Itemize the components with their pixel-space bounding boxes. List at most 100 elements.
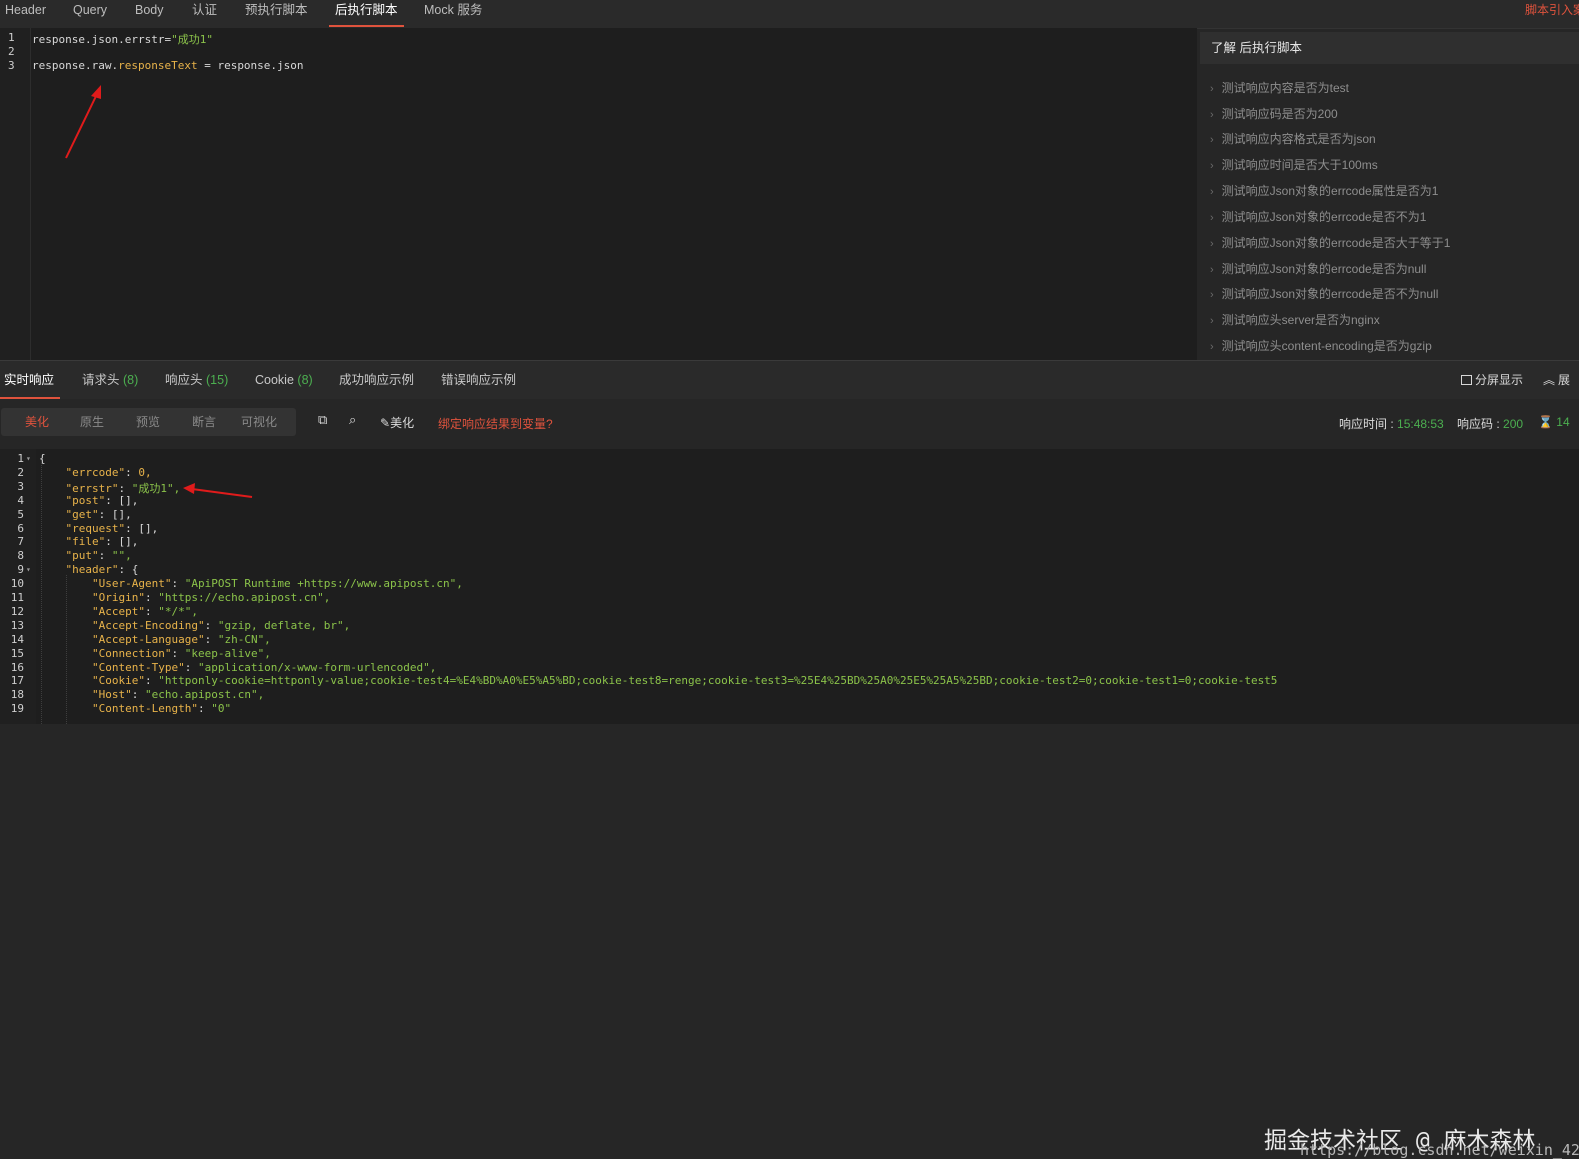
snippet-item[interactable]: › 测试响应Json对象的errcode是否不为1	[1210, 208, 1426, 225]
view-mode-visualize[interactable]: 可视化	[241, 408, 277, 436]
chevron-right-icon: ›	[1210, 238, 1214, 250]
response-time-value: 15:48:53	[1397, 417, 1444, 431]
chevron-right-icon: ›	[1210, 134, 1214, 146]
snippet-label: 测试响应Json对象的errcode是否为null	[1221, 262, 1427, 276]
response-code-label: 响应码 :	[1457, 417, 1500, 431]
view-mode-preview[interactable]: 预览	[136, 408, 160, 436]
line-number: 9	[17, 563, 24, 577]
line-number: 3	[8, 59, 15, 72]
split-view-button[interactable]: 分屏显示	[1461, 361, 1523, 399]
json-line: "Origin": "https://echo.apipost.cn",	[91, 591, 331, 604]
chevron-right-icon: ›	[1210, 264, 1214, 276]
tab-error-example[interactable]: 错误响应示例	[441, 361, 516, 399]
snippet-item[interactable]: › 测试响应头server是否为nginx	[1210, 311, 1380, 328]
response-tabs-bar: 实时响应 请求头 (8) 响应头 (15) Cookie (8) 成功响应示例 …	[0, 360, 1579, 400]
line-number: 19	[10, 702, 24, 716]
json-line: "get": [],	[65, 507, 132, 521]
response-body-viewer[interactable]: 1 ▾ 2 3 4 5 6 7 8 9 ▾ 10 11 12 13 14 15 16 17 18 19 { "errco…	[0, 449, 1579, 1159]
view-mode-beautify[interactable]: 美化	[25, 408, 49, 436]
json-value: "gzip, deflate, br",	[217, 618, 351, 632]
fold-toggle-icon[interactable]: ▾	[26, 565, 31, 574]
snippet-label: 测试响应头content-encoding是否为gzip	[1221, 339, 1432, 353]
response-toolbar: 美化 原生 预览 断言 可视化 ⧉ ⌕ ✎美化 绑定响应结果到变量? 响应时间 …	[0, 399, 1579, 449]
response-code-value: 200	[1503, 417, 1524, 431]
snippet-panel-title[interactable]: 了解 后执行脚本	[1200, 32, 1579, 64]
line-number: 6	[17, 521, 24, 535]
copy-icon[interactable]: ⧉	[318, 412, 327, 428]
snippet-panel: 了解 后执行脚本 › 测试响应内容是否为test › 测试响应码是否为200 › 测试…	[1200, 32, 1579, 360]
chevron-right-icon: ›	[1210, 289, 1214, 301]
script-import-link[interactable]: 脚本引入案	[1525, 1, 1579, 18]
split-view-icon	[1461, 375, 1472, 385]
json-line: "Cookie": "httponly-cookie=httponly-valu…	[91, 674, 1278, 688]
response-size-value: 14	[1556, 415, 1570, 429]
snippet-item[interactable]: › 测试响应头content-encoding是否为gzip	[1210, 337, 1432, 354]
expand-button[interactable]: ︽ 展	[1543, 361, 1570, 399]
json-key: "Content-Length"	[91, 702, 198, 716]
snippet-item[interactable]: › 测试响应Json对象的errcode是否大于等于1	[1210, 234, 1450, 251]
json-key: "Connection"	[91, 646, 172, 660]
response-size: ⌛ 14	[1538, 415, 1570, 429]
json-key: "file"	[65, 535, 106, 549]
line-number: 7	[17, 535, 24, 549]
fold-toggle-icon[interactable]: ▾	[26, 454, 31, 463]
code-property: responseText	[118, 59, 198, 72]
tab-query[interactable]: Query	[73, 0, 107, 27]
snippet-item[interactable]: › 测试响应内容是否为test	[1210, 79, 1349, 96]
count-badge: (15)	[206, 373, 229, 387]
tab-response-headers[interactable]: 响应头 (15)	[165, 361, 228, 399]
json-value: [],	[138, 521, 159, 535]
json-key: "request"	[65, 521, 126, 535]
tab-request-headers[interactable]: 请求头 (8)	[82, 361, 138, 399]
json-value: [],	[118, 493, 139, 507]
json-key: "post"	[65, 493, 106, 507]
tab-realtime-response[interactable]: 实时响应	[0, 361, 61, 399]
json-line: "User-Agent": "ApiPOST Runtime +https://…	[91, 577, 463, 591]
line-number: 3	[17, 479, 24, 493]
tab-post-script[interactable]: 后执行脚本	[329, 0, 403, 27]
tab-label: 响应头	[165, 373, 203, 387]
json-key: "Cookie"	[91, 674, 145, 688]
json-line: {	[39, 452, 46, 465]
snippet-item[interactable]: › 测试响应码是否为200	[1210, 105, 1338, 122]
chevron-right-icon: ›	[1210, 109, 1214, 121]
json-line: "Accept": "*/*",	[91, 604, 198, 618]
snippet-label: 测试响应Json对象的errcode是否不为null	[1221, 287, 1439, 301]
chevron-right-icon: ›	[1210, 186, 1214, 198]
editor-gutter: 1 2 3	[0, 28, 31, 360]
post-script-editor[interactable]: 1 2 3 response.json.errstr="成功1" respons…	[0, 28, 1197, 360]
chevron-right-icon: ›	[1210, 315, 1214, 327]
snippet-item[interactable]: › 测试响应内容格式是否为json	[1210, 130, 1376, 147]
search-icon[interactable]: ⌕	[349, 412, 356, 428]
tab-body[interactable]: Body	[135, 0, 164, 27]
tab-cookie[interactable]: Cookie (8)	[255, 361, 313, 399]
code-line-3: response.raw.responseText = response.jso…	[32, 59, 304, 72]
snippet-item[interactable]: › 测试响应时间是否大于100ms	[1210, 156, 1378, 173]
response-code: 响应码 : 200	[1457, 415, 1523, 432]
json-value: "httponly-cookie=httponly-value;cookie-t…	[158, 674, 1278, 688]
hourglass-icon: ⌛	[1538, 415, 1553, 429]
json-value: "ApiPOST Runtime +https://www.apipost.cn…	[184, 577, 463, 591]
snippet-item[interactable]: › 测试响应Json对象的errcode是否为null	[1210, 260, 1426, 277]
chevron-up-icon: ︽	[1543, 373, 1556, 387]
json-value: "0"	[211, 702, 232, 716]
tab-mock[interactable]: Mock 服务	[424, 0, 482, 27]
json-key: "Accept"	[91, 604, 145, 618]
tab-pre-script[interactable]: 预执行脚本	[245, 0, 308, 27]
bind-response-link[interactable]: 绑定响应结果到变量?	[438, 415, 553, 432]
json-line: "put": "",	[65, 549, 132, 563]
split-view-label: 分屏显示	[1475, 373, 1524, 387]
json-key: "get"	[65, 507, 99, 521]
json-line: "Host": "echo.apipost.cn",	[91, 688, 265, 702]
expand-label: 展	[1558, 373, 1571, 387]
tab-success-example[interactable]: 成功响应示例	[339, 361, 414, 399]
view-mode-raw[interactable]: 原生	[80, 408, 104, 436]
tab-header[interactable]: Header	[5, 0, 46, 27]
json-value: "成功1",	[131, 481, 181, 495]
line-number: 8	[17, 549, 24, 563]
snippet-item[interactable]: › 测试响应Json对象的errcode属性是否为1	[1210, 182, 1438, 199]
beautify-button[interactable]: ✎美化	[380, 414, 414, 431]
view-mode-assert[interactable]: 断言	[192, 408, 216, 436]
tab-auth[interactable]: 认证	[192, 0, 217, 27]
snippet-item[interactable]: › 测试响应Json对象的errcode是否不为null	[1210, 285, 1438, 302]
